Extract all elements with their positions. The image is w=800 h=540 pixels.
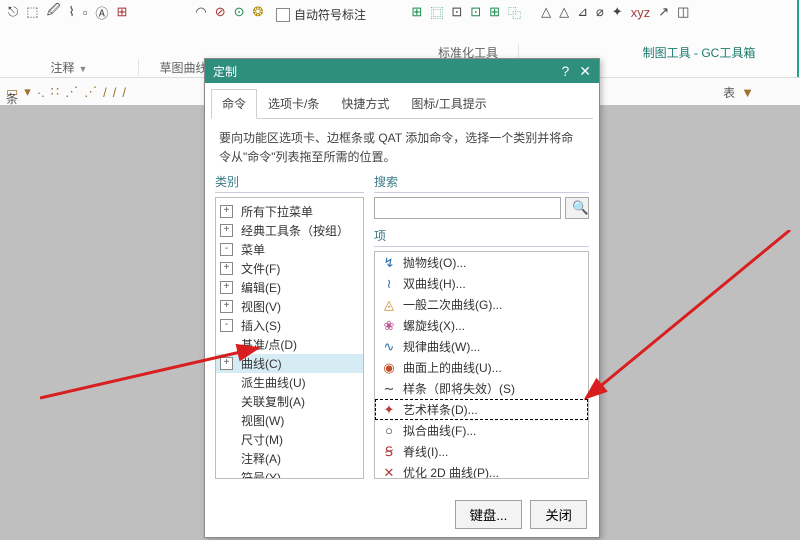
item-icon: ↯ (381, 255, 397, 271)
ribbon-group-drafting: 制图工具 - GC工具箱 (600, 44, 798, 76)
items-heading: 项 (374, 227, 589, 247)
close-icon[interactable]: ✕ (579, 63, 591, 80)
list-item[interactable]: ❀螺旋线(X)... (375, 315, 588, 336)
tree-node[interactable]: +文件(F) (216, 259, 363, 278)
auto-symbol-checkbox[interactable]: 自动符号标注 (276, 6, 366, 23)
search-heading: 搜索 (374, 173, 589, 193)
items-list[interactable]: ↯抛物线(O)...≀双曲线(H)...◬一般二次曲线(G)...❀螺旋线(X)… (374, 251, 589, 479)
list-item[interactable]: ◬一般二次曲线(G)... (375, 294, 588, 315)
tree-node[interactable]: +曲线(C) (216, 354, 363, 373)
dialog-instructions: 要向功能区选项卡、边框条或 QAT 添加命令，选择一个类别并将命令从"命令"列表… (205, 119, 599, 171)
item-icon: ❀ (381, 318, 397, 334)
tab-1[interactable]: 选项卡/条 (257, 89, 330, 118)
list-item[interactable]: ◉曲面上的曲线(U)... (375, 357, 588, 378)
tree-node[interactable]: 基准/点(D) (216, 335, 363, 354)
sheet-label: 表 (723, 84, 735, 101)
tree-node[interactable]: 符号(Y) (216, 468, 363, 479)
item-icon: ≀ (381, 276, 397, 292)
customize-dialog: 定制 ? ✕ 命令选项卡/条快捷方式图标/工具提示 要向功能区选项卡、边框条或 … (204, 58, 600, 538)
item-icon: ✕ (381, 465, 397, 480)
tree-node[interactable]: 注释(A) (216, 449, 363, 468)
item-icon: ○ (381, 423, 397, 439)
tree-node[interactable]: +编辑(E) (216, 278, 363, 297)
item-icon: ◬ (381, 297, 397, 313)
tree-node[interactable]: -插入(S) (216, 316, 363, 335)
tree-node[interactable]: 关联复制(A) (216, 392, 363, 411)
item-icon: ∼ (381, 381, 397, 397)
keyboard-button[interactable]: 键盘... (455, 500, 523, 529)
item-icon: ∿ (381, 339, 397, 355)
list-item[interactable]: ✦艺术样条(D)... (375, 399, 588, 420)
list-item[interactable]: ≀双曲线(H)... (375, 273, 588, 294)
category-heading: 类别 (215, 173, 364, 193)
dialog-tabs: 命令选项卡/条快捷方式图标/工具提示 (211, 89, 593, 119)
tree-node[interactable]: -菜单 (216, 240, 363, 259)
list-item[interactable]: ∼样条（即将失效）(S) (375, 378, 588, 399)
tree-node[interactable]: +所有下拉菜单 (216, 202, 363, 221)
ribbon-icon-row: ⎋⬚🖉⌇▫Ⓐ⊞ ◠⊘⊙❂ ⊞⿴⊡⊡ ⊞⿻ △△⊿⌀✦xyz↗◫ (0, 0, 800, 24)
tab-0[interactable]: 命令 (211, 89, 257, 119)
tree-node[interactable]: 尺寸(M) (216, 430, 363, 449)
category-tree[interactable]: +所有下拉菜单+经典工具条（按组）-菜单+文件(F)+编辑(E)+视图(V)-插… (215, 197, 364, 479)
dialog-titlebar[interactable]: 定制 ? ✕ (205, 59, 599, 83)
ribbon-accent-bar (797, 0, 799, 77)
auto-symbol-label: 自动符号标注 (294, 6, 366, 23)
list-item[interactable]: ○拟合曲线(F)... (375, 420, 588, 441)
close-button[interactable]: 关闭 (530, 500, 587, 529)
help-icon[interactable]: ? (561, 63, 569, 80)
tree-node[interactable]: 派生曲线(U) (216, 373, 363, 392)
tab-3[interactable]: 图标/工具提示 (400, 89, 497, 118)
list-item[interactable]: ∿规律曲线(W)... (375, 336, 588, 357)
ribbon-group-annotation: 注释▼ (0, 59, 139, 76)
tree-node[interactable]: +经典工具条（按组） (216, 221, 363, 240)
list-item[interactable]: ✕优化 2D 曲线(P)... (375, 462, 588, 479)
search-input[interactable] (374, 197, 561, 219)
dialog-title: 定制 (213, 63, 237, 80)
search-button[interactable]: 🔍 (565, 197, 589, 219)
list-item[interactable]: ↯抛物线(O)... (375, 252, 588, 273)
item-icon: Ꞩ (381, 444, 397, 460)
tab-2[interactable]: 快捷方式 (330, 89, 400, 118)
item-icon: ◉ (381, 360, 397, 376)
item-icon: ✦ (381, 402, 397, 418)
tree-node[interactable]: 视图(W) (216, 411, 363, 430)
tree-node[interactable]: +视图(V) (216, 297, 363, 316)
list-item[interactable]: Ꞩ脊线(I)... (375, 441, 588, 462)
